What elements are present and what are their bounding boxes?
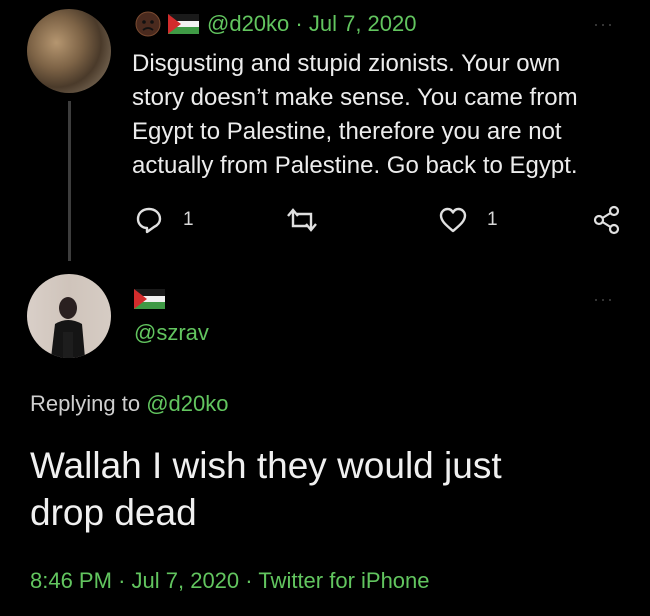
tweet-text: Disgusting and stupid zionists. Your own… — [132, 47, 642, 183]
tweet-date[interactable]: · Jul 7, 2020 — [295, 11, 416, 36]
avatar[interactable] — [27, 274, 111, 358]
thread-line — [68, 101, 71, 261]
main-tweet-text-line: drop dead — [30, 492, 197, 533]
avatar[interactable] — [27, 9, 111, 93]
main-tweet-text-line: Wallah I wish they would just — [30, 445, 502, 486]
tweet-source[interactable]: Twitter for iPhone — [258, 568, 429, 593]
tweet-date[interactable]: Jul 7, 2020 — [132, 568, 240, 593]
replying-to-handle-link[interactable]: @d20ko — [146, 391, 228, 416]
separator: · — [118, 568, 126, 593]
main-tweet-text: Wallah I wish they would just drop dead — [30, 442, 502, 536]
tweet-metadata: 8:46 PM · Jul 7, 2020 · Twitter for iPho… — [30, 568, 430, 594]
like-heart-icon[interactable] — [438, 206, 468, 234]
reply-count: 1 — [183, 209, 194, 230]
separator: · — [245, 568, 253, 593]
more-options-icon[interactable]: ··· — [593, 14, 614, 35]
more-options-icon[interactable]: ··· — [593, 289, 614, 310]
tweet-time[interactable]: 8:46 PM — [30, 568, 112, 593]
like-count: 1 — [487, 209, 498, 230]
author-handle[interactable]: @d20ko · Jul 7, 2020 — [207, 11, 416, 37]
replying-to: Replying to @d20ko — [30, 391, 228, 417]
frowning-face-emoji-icon — [135, 11, 161, 37]
share-icon[interactable] — [592, 205, 622, 235]
palestine-flag-icon — [168, 14, 199, 34]
retweet-icon[interactable] — [285, 206, 319, 234]
replying-to-label: Replying to — [30, 391, 147, 416]
palestine-flag-icon — [134, 289, 165, 309]
tweet-text-line: Egypt to Palestine, therefore you are no… — [132, 118, 562, 145]
tweet-text-line: actually from Palestine. Go back to Egyp… — [132, 152, 578, 179]
author-handle[interactable]: @szrav — [134, 320, 209, 346]
tweet-text-line: Disgusting and stupid zionists. Your own — [132, 50, 561, 77]
tweet-text-line: story doesn’t make sense. You came from — [132, 84, 578, 111]
handle-link[interactable]: @d20ko — [207, 11, 289, 36]
reply-icon[interactable] — [134, 205, 164, 235]
